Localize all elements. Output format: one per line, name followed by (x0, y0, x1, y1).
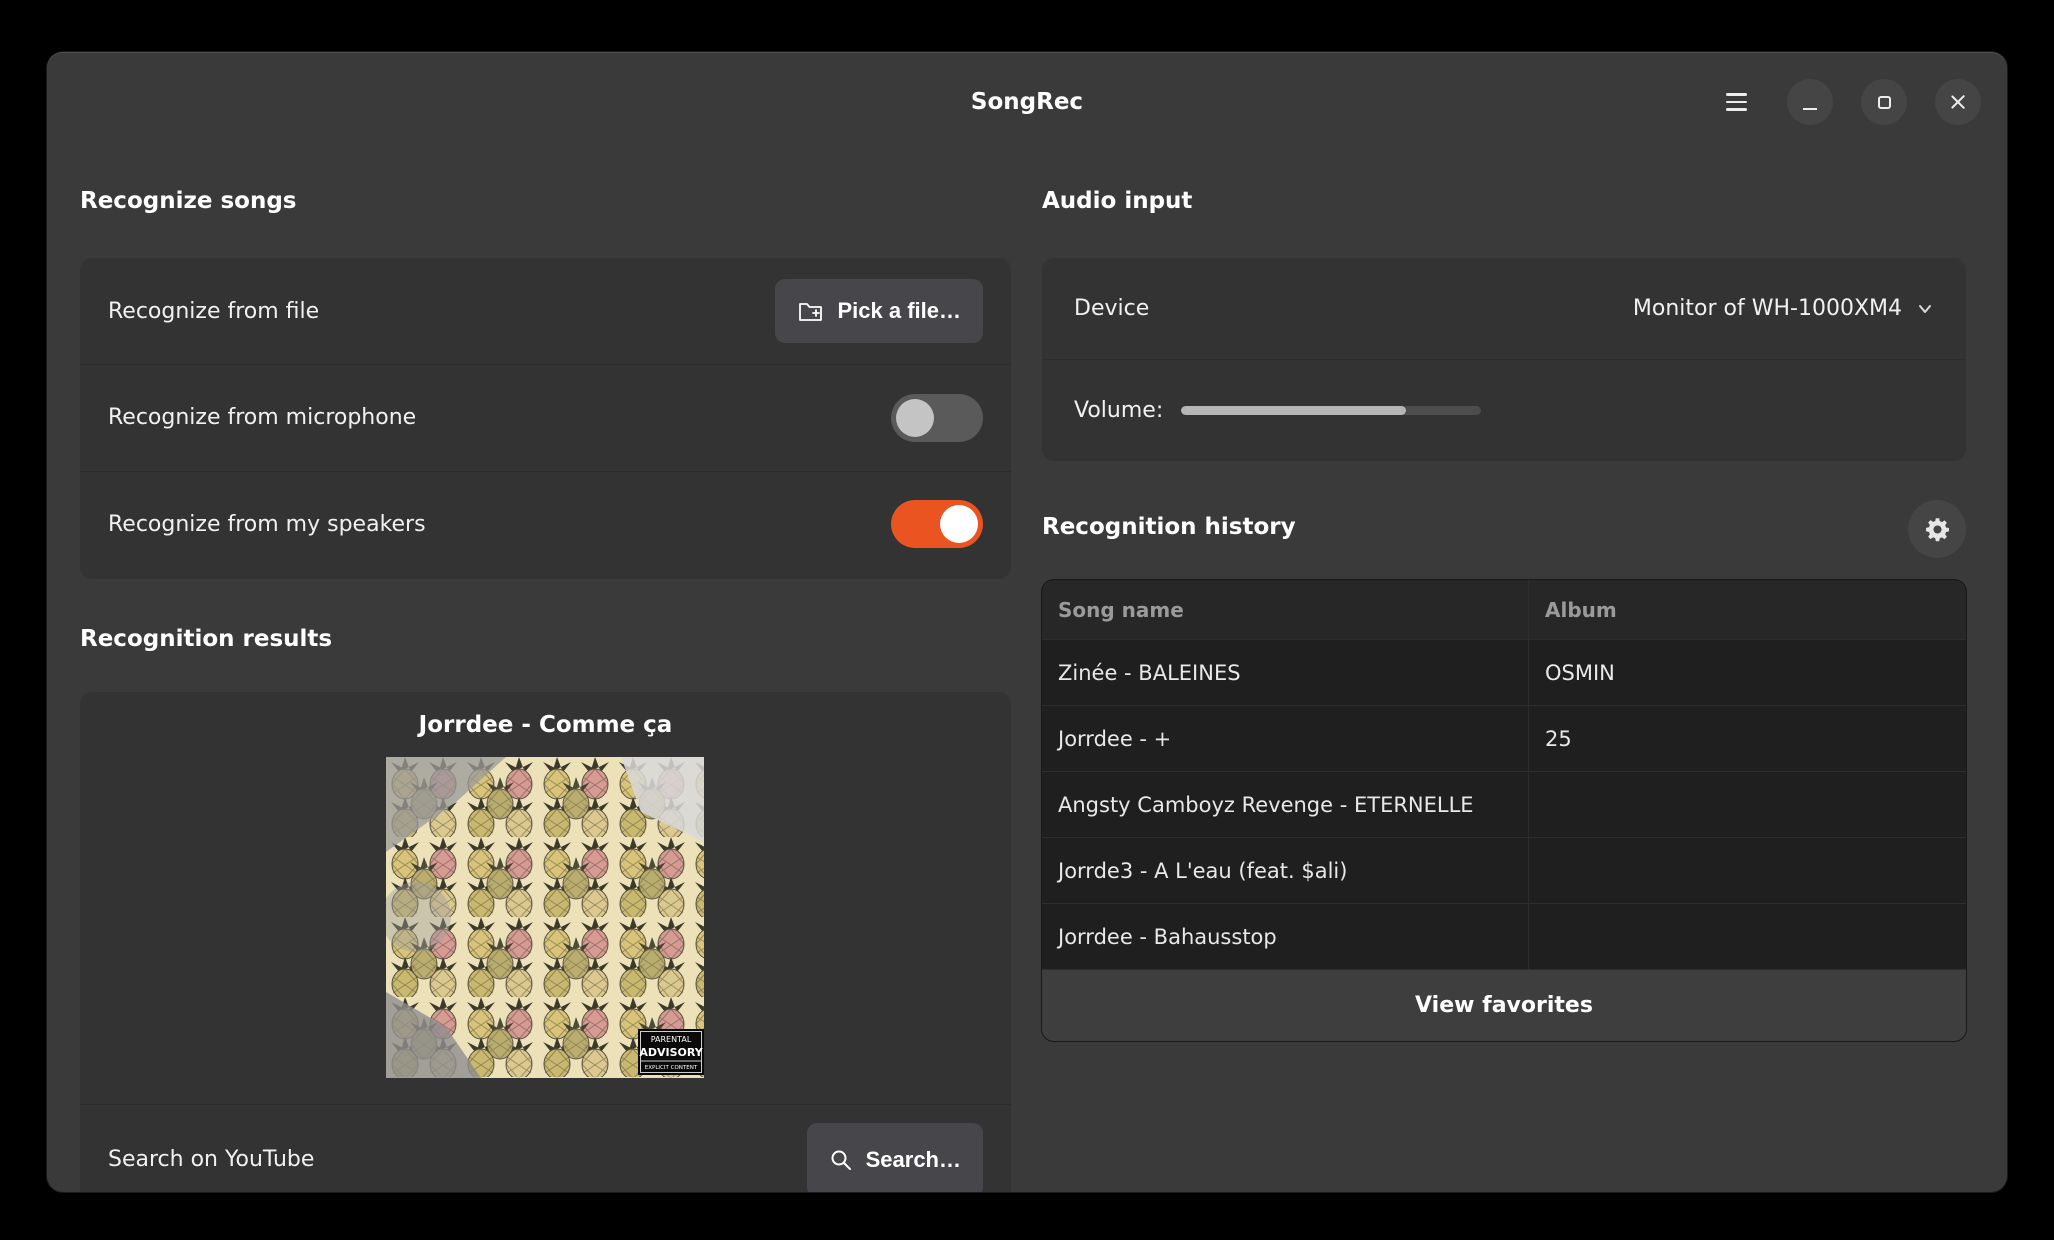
audio-input-heading: Audio input (1042, 188, 1192, 214)
svg-text:PARENTAL: PARENTAL (651, 1035, 692, 1044)
chevron-down-icon (1916, 301, 1934, 317)
recognize-songs-heading: Recognize songs (80, 188, 296, 214)
maximize-button[interactable] (1861, 79, 1907, 125)
minimize-icon (1803, 108, 1817, 110)
table-row[interactable]: Jorrdee - + 25 (1042, 705, 1966, 771)
hamburger-icon (1726, 93, 1747, 95)
toggle-knob (896, 399, 934, 437)
view-favorites-button[interactable]: View favorites (1042, 969, 1966, 1041)
window-controls (1713, 52, 1981, 152)
search-on-youtube-row: Search on YouTube Search… (80, 1104, 1011, 1192)
column-header-album: Album (1529, 580, 1966, 639)
table-row[interactable]: Angsty Camboyz Revenge - ETERNELLE (1042, 771, 1966, 837)
recognize-from-file-row: Recognize from file Pick a file… (80, 258, 1011, 364)
folder-plus-icon (797, 299, 824, 323)
recognition-history-table: Song name Album Zinée - BALEINES OSMIN J… (1042, 580, 1966, 1041)
pick-a-file-label: Pick a file… (837, 298, 961, 324)
results-card: Jorrdee - Comme ça (80, 692, 1011, 1192)
search-on-youtube-label: Search on YouTube (108, 1147, 314, 1172)
device-dropdown-value: Monitor of WH-1000XM4 (1633, 296, 1902, 321)
svg-text:EXPLICIT CONTENT: EXPLICIT CONTENT (645, 1065, 698, 1071)
audio-input-card: Device Monitor of WH-1000XM4 Volume: (1042, 258, 1966, 461)
maximize-icon (1878, 96, 1891, 109)
app-window: SongRec Recognize songs Recognize from f… (47, 52, 2007, 1192)
minimize-button[interactable] (1787, 79, 1833, 125)
volume-levelbar-fill (1181, 406, 1406, 415)
recognize-from-microphone-row: Recognize from microphone (80, 364, 1011, 470)
table-row[interactable]: Jorrdee - Bahausstop (1042, 903, 1966, 969)
recognize-card: Recognize from file Pick a file… Recogni… (80, 258, 1011, 579)
volume-label: Volume: (1074, 398, 1163, 423)
recognize-from-speakers-label: Recognize from my speakers (108, 512, 426, 537)
search-button-label: Search… (866, 1147, 961, 1173)
microphone-toggle[interactable] (891, 394, 983, 442)
volume-levelbar (1181, 406, 1481, 415)
speakers-toggle[interactable] (891, 500, 983, 548)
headerbar: SongRec (47, 52, 2007, 152)
column-header-song-name: Song name (1042, 580, 1529, 639)
recognized-song-title: Jorrdee - Comme ça (80, 692, 1011, 758)
recognize-from-file-label: Recognize from file (108, 299, 319, 324)
menu-button[interactable] (1713, 79, 1759, 125)
volume-row: Volume: (1042, 359, 1966, 460)
history-settings-button[interactable] (1908, 500, 1966, 558)
close-icon (1949, 93, 1967, 111)
device-row: Device Monitor of WH-1000XM4 (1042, 258, 1966, 359)
toggle-knob (940, 505, 978, 543)
close-button[interactable] (1935, 79, 1981, 125)
album-art: PARENTAL ADVISORY EXPLICIT CONTENT (386, 757, 704, 1078)
recognize-from-speakers-row: Recognize from my speakers (80, 471, 1011, 577)
svg-text:ADVISORY: ADVISORY (639, 1046, 703, 1059)
recognition-results-heading: Recognition results (80, 626, 332, 652)
search-icon (829, 1148, 853, 1172)
parental-advisory-label: PARENTAL ADVISORY EXPLICIT CONTENT (638, 1029, 704, 1075)
pick-a-file-button[interactable]: Pick a file… (775, 279, 983, 343)
recognize-from-microphone-label: Recognize from microphone (108, 405, 416, 430)
table-header-row: Song name Album (1042, 580, 1966, 639)
search-youtube-button[interactable]: Search… (807, 1123, 983, 1193)
table-row[interactable]: Jorrde3 - A L'eau (feat. $ali) (1042, 837, 1966, 903)
device-dropdown[interactable]: Monitor of WH-1000XM4 (1633, 296, 1934, 321)
recognition-history-heading: Recognition history (1042, 514, 1296, 540)
device-label: Device (1074, 296, 1149, 321)
gear-icon (1924, 516, 1951, 543)
table-row[interactable]: Zinée - BALEINES OSMIN (1042, 639, 1966, 705)
